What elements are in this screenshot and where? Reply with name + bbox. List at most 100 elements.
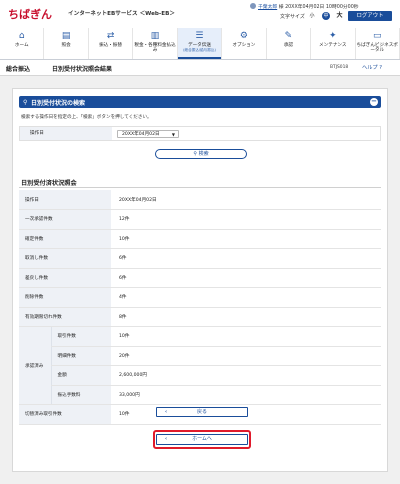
option-icon: ⚙ [239, 31, 248, 41]
font-small-button[interactable]: 小 [308, 12, 316, 20]
search-instruction: 検索する操作日を指定の上、「検索」ボタンを押してください。 [21, 115, 152, 120]
logout-button[interactable]: ログアウト [348, 11, 392, 21]
nav-item-sublabel: (総合振込/給与振込) [183, 48, 216, 52]
row-value: 6件 [111, 268, 381, 288]
page-category: 総合振込 [6, 66, 31, 73]
table-row: 明細件数 20件 [19, 346, 381, 366]
row-value: 6件 [111, 248, 381, 269]
nav-item-label: 税金・各種料金払込み [134, 43, 176, 53]
search-panel-header: ⚲ 日別受付状況の検索 − [19, 96, 381, 108]
nav-item-4[interactable]: ☰ データ伝送 (総合振込/給与振込) [177, 28, 223, 59]
back-button[interactable]: ‹ 戻る [156, 407, 248, 417]
row-value: 12件 [111, 209, 381, 230]
bank-logo[interactable]: ちばぎん [8, 6, 52, 22]
maintenance-icon: ✦ [329, 31, 337, 41]
nav-item-label: 照会 [61, 43, 71, 48]
collapse-icon[interactable]: − [370, 98, 378, 106]
row-label: 一次承認件数 [19, 209, 111, 230]
row-value: 10件 [111, 326, 381, 347]
data-transfer-icon: ☰ [195, 31, 204, 41]
help-label: ヘルプ [362, 65, 378, 71]
row-sublabel: 明細件数 [50, 346, 111, 366]
chevron-down-icon: ▼ [171, 131, 175, 137]
search-button[interactable]: ⚲ 検索 [155, 149, 247, 159]
operation-date-value: 20XX年04月02日 [122, 131, 160, 137]
table-row: 承認済み 取引件数 10件 [19, 326, 381, 405]
header: ちばぎん インターネットEBサービス ＜Web-EB＞ 千葉太郎 様 20XX年… [0, 0, 400, 28]
content-card: ⚲ 日別受付状況の検索 − 検索する操作日を指定の上、「検索」ボタンを押してくだ… [12, 88, 388, 472]
user-icon [250, 3, 256, 9]
table-row: 取消し件数 6件 [19, 248, 381, 269]
row-value: 4件 [111, 287, 381, 308]
search-icon: ⚲ [193, 151, 198, 157]
nav-item-0[interactable]: ⌂ ホーム [0, 28, 45, 59]
search-date-label: 操作日 [20, 127, 112, 140]
row-label: 切替済み取引件数 [19, 404, 111, 425]
font-medium-button[interactable]: 中 [322, 12, 330, 20]
nav-item-6[interactable]: ✎ 承認 [267, 28, 312, 59]
home-button[interactable]: ‹ ホームへ [156, 434, 248, 445]
table-row: 有効期限切れ件数 8件 [19, 307, 381, 327]
font-large-button[interactable]: 大 [335, 12, 344, 20]
row-value: 20件 [111, 346, 381, 366]
transfer-icon: ⇄ [106, 31, 115, 41]
table-row: 確定件数 10件 [19, 229, 381, 249]
user-suffix: 様 [278, 5, 284, 10]
nav-item-label: 振込・振替 [99, 43, 123, 48]
user-name[interactable]: 千葉太郎 [258, 5, 277, 10]
page-title: 日別受付状況照会結果 [52, 66, 113, 73]
group-label: 承認済み [19, 326, 51, 405]
portal-icon: ▭ [372, 31, 382, 41]
nav-item-3[interactable]: ▥ 税金・各種料金払込み [133, 28, 178, 59]
search-icon: ⚲ [23, 98, 28, 106]
home-icon: ⌂ [18, 31, 25, 41]
table-row: 金額 2,600,000円 [19, 365, 381, 386]
nav-item-label: 承認 [283, 43, 293, 48]
row-value: 10件 [111, 229, 381, 249]
nav-item-label: メンテナンス [319, 43, 347, 48]
table-row: 差戻し件数 6件 [19, 268, 381, 288]
nav-item-label: オプション [232, 43, 256, 48]
row-value: 8件 [111, 307, 381, 327]
row-sublabel: 金額 [50, 365, 111, 386]
row-label: 差戻し件数 [19, 268, 111, 288]
nav-item-8[interactable]: ▭ ちばぎんビジネスポータル [356, 28, 400, 59]
row-sublabel: 取引件数 [50, 326, 111, 347]
results-table: 操作日 20XX年04月02日 一次承認件数 12件 確定件数 10件 取消し件数 6件 差戻し… [19, 190, 381, 425]
table-row: 削除件数 4件 [19, 287, 381, 308]
operation-date-select[interactable]: 20XX年04月02日 ▼ [117, 129, 179, 138]
nav-item-label: ホーム [14, 43, 29, 48]
font-size-label: 文字サイズ [280, 14, 305, 20]
divider [19, 187, 381, 188]
tax-icon: ▥ [150, 31, 160, 41]
row-label: 確定件数 [19, 229, 111, 249]
page-title-bar: 総合振込 日別受付状況照会結果 BTJS018 ヘルプ ? [0, 60, 400, 76]
global-nav: ⌂ ホーム ▤ 照会 ⇄ 振込・振替 ▥ 税金・各種料金払込み ☰ データ伝送 (総合振込/給与振込… [0, 28, 400, 60]
approval-icon: ✎ [284, 31, 293, 41]
app-window: ちばぎん インターネットEBサービス ＜Web-EB＞ 千葉太郎 様 20XX年… [0, 0, 400, 484]
row-value: 2,600,000円 [111, 365, 381, 386]
inquiry-icon: ▤ [61, 31, 71, 41]
search-panel-title: 日別受付状況の検索 [31, 100, 86, 107]
search-date-row: 操作日 20XX年04月02日 ▼ [19, 126, 381, 141]
nav-item-1[interactable]: ▤ 照会 [44, 28, 89, 59]
nav-item-5[interactable]: ⚙ オプション [222, 28, 267, 59]
back-button-label: 戻る [196, 409, 207, 415]
chevron-left-icon: ‹ [165, 436, 168, 442]
screen-id: BTJS018 [330, 65, 349, 70]
home-button-label: ホームへ [192, 436, 212, 442]
results-title: 日別受付済状況照会 [21, 180, 77, 187]
last-login: 20XX年04月02日 10時00分00秒 [285, 5, 359, 10]
row-label: 取消し件数 [19, 248, 111, 269]
row-label: 削除件数 [19, 287, 111, 308]
table-row: 一次承認件数 12件 [19, 209, 381, 230]
row-value: 20XX年04月02日 [111, 190, 381, 210]
nav-item-2[interactable]: ⇄ 振込・振替 [89, 28, 134, 59]
help-icon: ? [379, 65, 382, 71]
search-button-label: 検索 [198, 151, 209, 157]
nav-item-label: ちばぎんビジネスポータル [356, 43, 398, 53]
table-row: 振込手数料 33,000円 [19, 385, 381, 405]
nav-item-7[interactable]: ✦ メンテナンス [311, 28, 356, 59]
help-link[interactable]: ヘルプ ? [362, 64, 382, 71]
row-label: 有効期限切れ件数 [19, 307, 111, 327]
